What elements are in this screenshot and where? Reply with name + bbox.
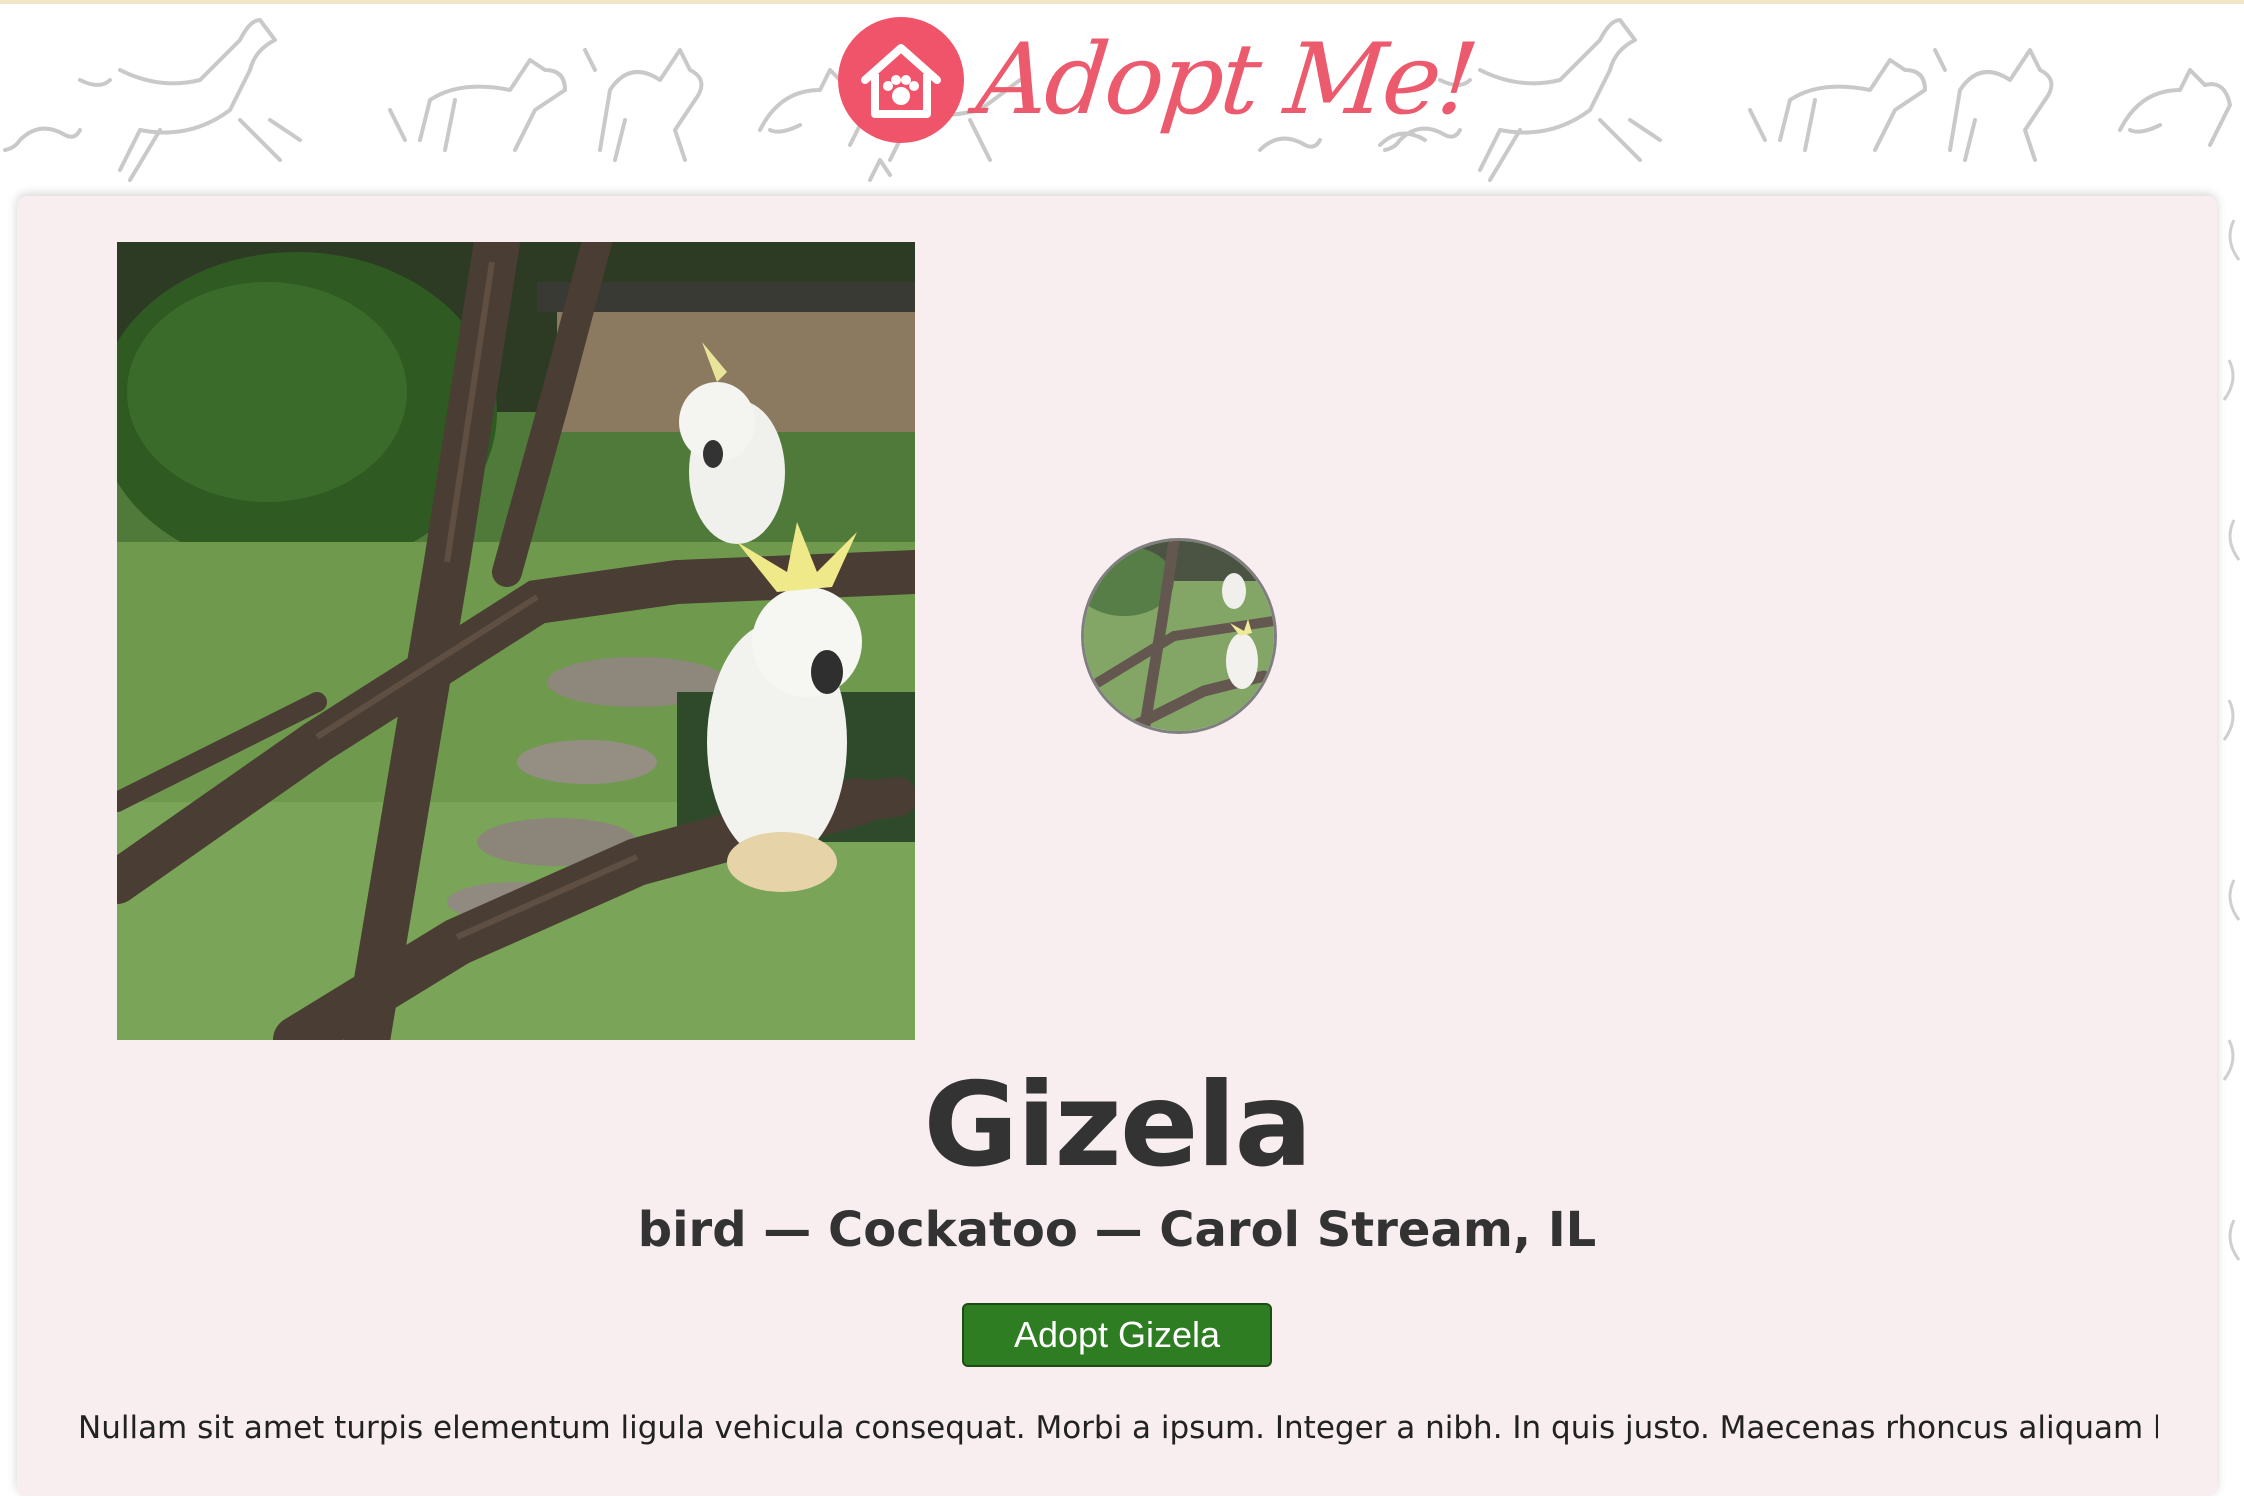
site-logo[interactable]: Adopt Me! bbox=[838, 0, 1480, 160]
side-animal-pattern bbox=[2222, 219, 2241, 1261]
pet-name: Gizela bbox=[923, 1058, 1312, 1193]
adopt-button[interactable]: Adopt Gizela bbox=[962, 1303, 1272, 1367]
pet-hero-image bbox=[117, 242, 915, 1040]
pet-thumbnail[interactable] bbox=[1081, 538, 1277, 734]
pet-description: Nullam sit amet turpis elementum ligula … bbox=[78, 1410, 2158, 1446]
pet-meta: bird — Cockatoo — Carol Stream, IL bbox=[637, 1202, 1597, 1258]
house-paw-icon bbox=[838, 17, 964, 143]
side-pattern bbox=[2214, 180, 2244, 1449]
pet-details-card: Gizela bird — Cockatoo — Carol Stream, I… bbox=[17, 196, 2217, 1496]
logo-text: Adopt Me! bbox=[972, 23, 1481, 137]
